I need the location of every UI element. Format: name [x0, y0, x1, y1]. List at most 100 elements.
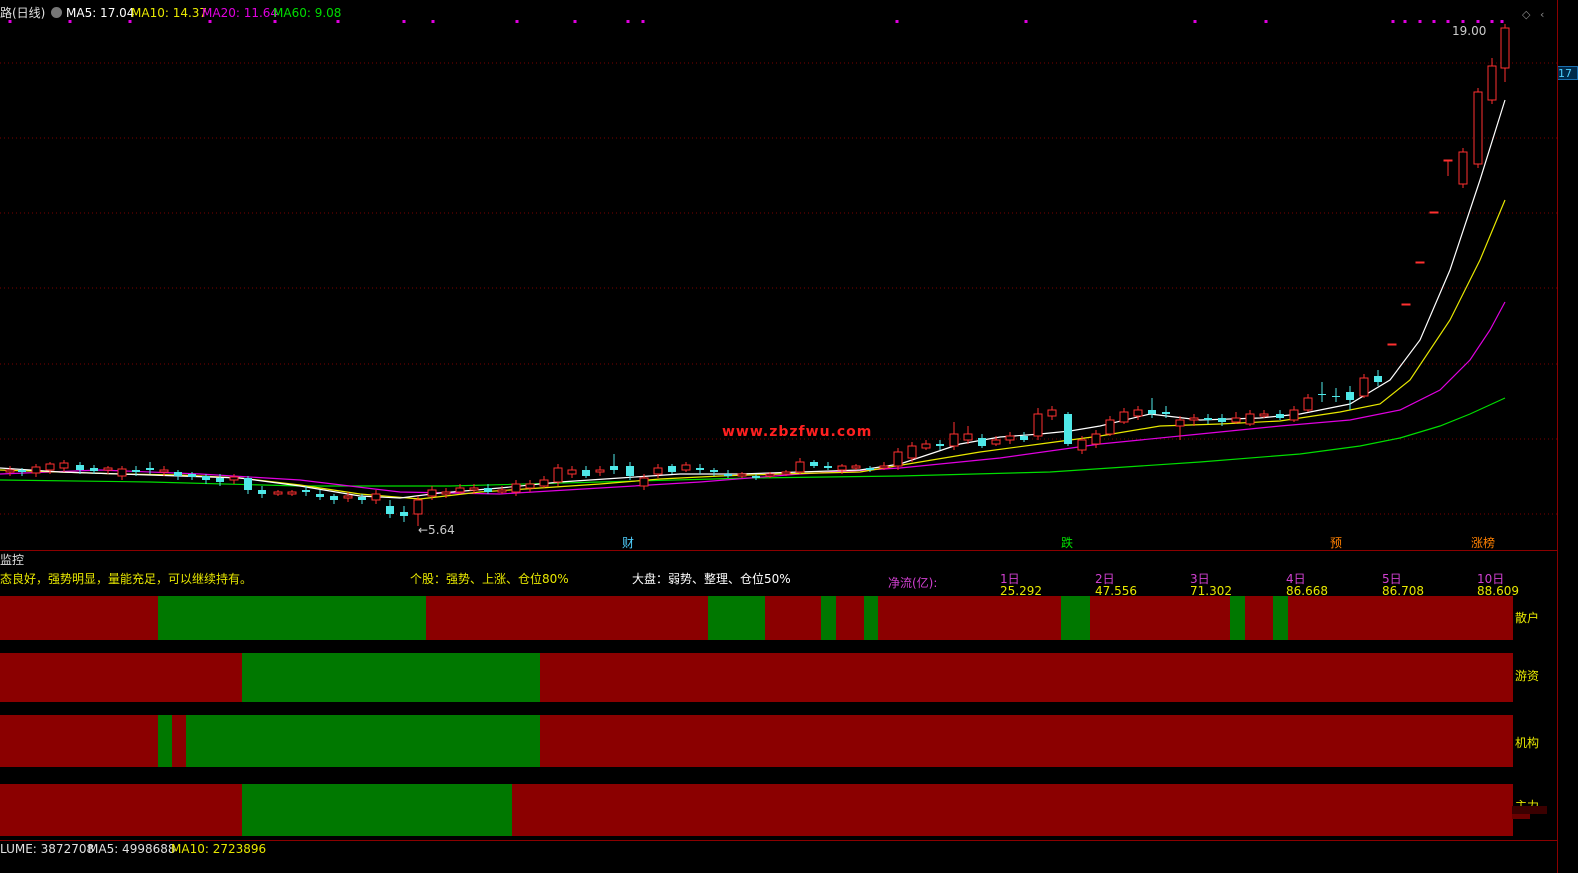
candle-body [781, 471, 791, 475]
candle-body [1276, 414, 1284, 418]
price-axis-tag: 17 [1557, 66, 1578, 80]
candle-body [567, 469, 577, 475]
signal-dot [1500, 20, 1504, 23]
candle-body [824, 466, 832, 468]
price-gridlines [0, 62, 1557, 515]
candle-body [103, 467, 113, 471]
candle-body [949, 433, 959, 447]
green-flow-segment [864, 596, 878, 640]
flow-row-retail[interactable] [0, 596, 1513, 640]
candle-down [1374, 370, 1382, 386]
row-label-retail: 散户 [1515, 611, 1540, 625]
candle-body [413, 499, 423, 515]
high-price-label: 19.00 [1452, 24, 1487, 38]
signal-dot [1193, 20, 1197, 23]
volume-ma5: MA5: 4998688 [88, 842, 176, 856]
candle-down [400, 506, 408, 522]
candle-up [413, 496, 423, 526]
candle-body [1064, 414, 1072, 444]
watermark: www.zbzfwu.com [722, 424, 873, 440]
candle-body [159, 469, 169, 473]
row-label-hot-money: 游资 [1515, 669, 1540, 683]
candle-body [59, 462, 69, 469]
candle-down [1318, 382, 1326, 402]
candle-body [258, 490, 266, 494]
monitor-comment: 态良好，强势明显，量能充足，可以继续持有。 [0, 572, 253, 586]
candle-body [1119, 411, 1129, 423]
candle-body [1020, 436, 1028, 440]
candle-up [1303, 394, 1313, 412]
candle-body [1429, 211, 1439, 214]
panel-divider [0, 550, 1557, 551]
candle-up [539, 476, 549, 488]
signal-dot [626, 20, 630, 23]
event-marker-rank[interactable]: 涨榜 [1471, 536, 1495, 550]
candle-body [386, 506, 394, 514]
candle-body [45, 463, 55, 471]
candle-up [963, 426, 973, 444]
price-chart[interactable] [0, 0, 1557, 551]
candle-down [696, 464, 704, 474]
candle-down [668, 464, 676, 474]
signal-dot [273, 20, 277, 23]
candle-body [76, 465, 84, 470]
ma10-line [0, 199, 1506, 500]
main-force-indicator-bar-small [1512, 814, 1530, 819]
candle-up [273, 490, 283, 496]
candle-body [1346, 392, 1354, 400]
signal-dot [402, 20, 406, 23]
flow-row-main-force[interactable] [0, 784, 1513, 836]
flow-row-institution[interactable] [0, 715, 1513, 767]
signal-dot [1264, 20, 1268, 23]
candlesticks [5, 24, 1510, 526]
candle-body [1077, 439, 1087, 451]
candle-body [866, 468, 874, 470]
candle-body [316, 494, 324, 497]
candle-body [525, 483, 535, 489]
candle-body [1033, 413, 1043, 437]
candle-up [31, 464, 41, 477]
signal-dot [1490, 20, 1494, 23]
candle-down [978, 434, 986, 448]
signal-dot [336, 20, 340, 23]
event-marker-finance[interactable]: 财 [622, 536, 634, 550]
signal-dot [1461, 20, 1465, 23]
candle-up [59, 460, 69, 472]
candle-down [1276, 410, 1284, 420]
candle-body [90, 468, 98, 471]
candle-body [710, 470, 718, 472]
candle-up [103, 466, 113, 474]
candle-body [978, 438, 986, 446]
candle-body [936, 444, 944, 446]
event-marker-fall[interactable]: 跌 [1061, 536, 1073, 550]
ma60-line [0, 397, 1506, 487]
candle-body [1189, 417, 1199, 421]
event-marker-forecast[interactable]: 预 [1330, 536, 1342, 550]
candle-down [1020, 432, 1028, 442]
candle-up [1289, 406, 1299, 422]
candle-body [539, 479, 549, 487]
candle-body [1359, 377, 1369, 397]
candle-body [31, 466, 41, 474]
signal-dots [8, 20, 1504, 23]
candle-up [1245, 410, 1255, 426]
candle-down [824, 462, 832, 470]
candle-body [1162, 412, 1170, 414]
candle-up [525, 480, 535, 492]
candle-body [991, 439, 1001, 445]
stock-status: 个股：强势、上涨、仓位80% [410, 572, 569, 586]
candle-body [1473, 91, 1483, 165]
flow-row-hot-money[interactable] [0, 653, 1513, 702]
candle-body [1289, 409, 1299, 421]
row-label-institution: 机构 [1515, 736, 1540, 750]
net-flow-label: 净流(亿): [888, 576, 938, 590]
candle-body [5, 469, 15, 473]
candle-body [681, 464, 691, 471]
candle-body [117, 468, 127, 477]
signal-dot [641, 20, 645, 23]
candle-body [837, 465, 847, 471]
candle-body [921, 443, 931, 449]
candle-body [1148, 410, 1156, 414]
candle-up [287, 490, 297, 496]
candle-down [936, 440, 944, 450]
